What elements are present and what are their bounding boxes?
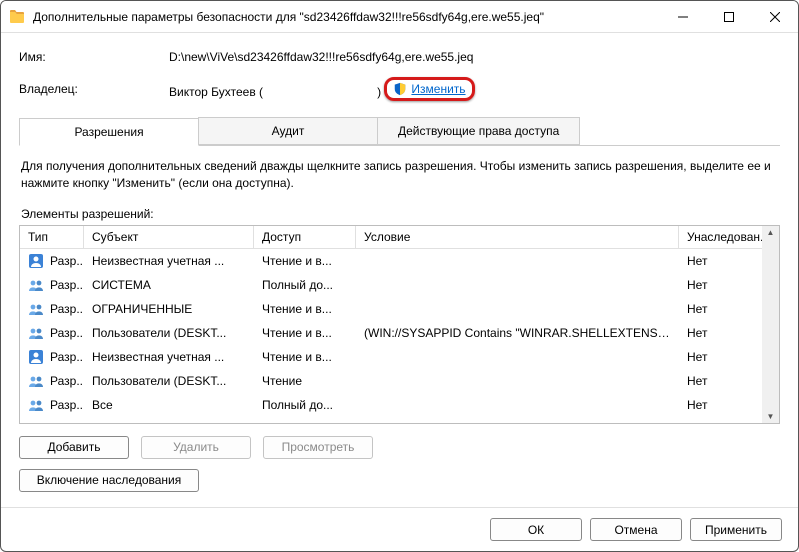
table-header: Тип Субъект Доступ Условие Унаследован..… (20, 226, 779, 249)
users-group-icon (28, 397, 44, 413)
owner-value: Виктор Бухтеев ( ) Изменить (169, 77, 780, 101)
scrollbar[interactable]: ▲ ▼ (762, 226, 779, 423)
cell-condition (356, 307, 679, 311)
cell-access: Полный до... (254, 276, 356, 294)
table-row[interactable]: Разр...Администраторы (DE...Полный до...… (20, 417, 779, 423)
table-body: Разр...Неизвестная учетная ...Чтение и в… (20, 249, 779, 423)
cancel-button[interactable]: Отмена (590, 518, 682, 541)
cell-type: Разр... (20, 419, 84, 423)
scroll-up-icon[interactable]: ▲ (767, 228, 775, 237)
apply-button[interactable]: Применить (690, 518, 782, 541)
cell-access: Полный до... (254, 396, 356, 414)
cell-subject: Администраторы (DE... (84, 420, 254, 423)
cell-subject: СИСТЕМА (84, 276, 254, 294)
tab-effective-access[interactable]: Действующие права доступа (377, 117, 580, 145)
cell-access: Чтение и в... (254, 252, 356, 270)
inheritance-buttons: Включение наследования (19, 469, 780, 492)
cell-access: Чтение и в... (254, 348, 356, 366)
col-condition[interactable]: Условие (356, 226, 679, 248)
cell-access: Чтение и в... (254, 300, 356, 318)
window-title: Дополнительные параметры безопасности дл… (33, 10, 660, 24)
cell-subject: Пользователи (DESKT... (84, 324, 254, 342)
titlebar[interactable]: Дополнительные параметры безопасности дл… (1, 1, 798, 33)
cell-type: Разр... (20, 395, 84, 415)
permissions-table-wrap: Тип Субъект Доступ Условие Унаследован..… (19, 225, 780, 424)
change-owner-link[interactable]: Изменить (411, 82, 465, 96)
close-button[interactable] (752, 1, 798, 33)
content-area: Имя: D:\new\ViVe\sd23426ffdaw32!!!re56sd… (1, 33, 798, 507)
tabs: Разрешения Аудит Действующие права досту… (19, 117, 780, 146)
dialog-footer: ОК Отмена Применить (1, 507, 798, 551)
table-row[interactable]: Разр...ОГРАНИЧЕННЫЕЧтение и в...Нет (20, 297, 779, 321)
table-row[interactable]: Разр...Неизвестная учетная ...Чтение и в… (20, 345, 779, 369)
cell-access: Чтение (254, 372, 356, 390)
cell-type: Разр... (20, 251, 84, 271)
cell-condition (356, 403, 679, 407)
add-button[interactable]: Добавить (19, 436, 129, 459)
cell-type: Разр... (20, 275, 84, 295)
col-type[interactable]: Тип (20, 226, 84, 248)
permissions-table[interactable]: Тип Субъект Доступ Условие Унаследован..… (19, 225, 780, 424)
owner-label: Владелец: (19, 82, 169, 96)
cell-condition (356, 355, 679, 359)
table-row[interactable]: Разр...СИСТЕМАПолный до...Нет (20, 273, 779, 297)
cell-condition (356, 259, 679, 263)
owner-name: Виктор Бухтеев ( (169, 85, 263, 99)
cell-type: Разр... (20, 299, 84, 319)
name-value: D:\new\ViVe\sd23426ffdaw32!!!re56sdfy64g… (169, 50, 780, 64)
owner-suffix: ) (377, 85, 381, 99)
permission-entries-label: Элементы разрешений: (21, 207, 778, 221)
maximize-button[interactable] (706, 1, 752, 33)
table-row[interactable]: Разр...Неизвестная учетная ...Чтение и в… (20, 249, 779, 273)
window-controls (660, 1, 798, 32)
cell-type: Разр... (20, 371, 84, 391)
name-label: Имя: (19, 50, 169, 64)
tab-permissions[interactable]: Разрешения (19, 118, 199, 146)
remove-button[interactable]: Удалить (141, 436, 251, 459)
cell-condition: (WIN://SYSAPPID Contains "WINRAR.SHELLEX… (356, 324, 679, 342)
folder-icon (9, 9, 25, 25)
table-row[interactable]: Разр...Пользователи (DESKT...ЧтениеНет (20, 369, 779, 393)
user-icon (28, 349, 44, 365)
cell-type: Разр... (20, 323, 84, 343)
cell-subject: Все (84, 396, 254, 414)
enable-inheritance-button[interactable]: Включение наследования (19, 469, 199, 492)
cell-condition (356, 379, 679, 383)
users-group-icon (28, 325, 44, 341)
security-advanced-window: Дополнительные параметры безопасности дл… (0, 0, 799, 552)
ok-button[interactable]: ОК (490, 518, 582, 541)
users-group-icon (28, 301, 44, 317)
table-row[interactable]: Разр...ВсеПолный до...Нет (20, 393, 779, 417)
cell-type: Разр... (20, 347, 84, 367)
cell-subject: Неизвестная учетная ... (84, 348, 254, 366)
col-access[interactable]: Доступ (254, 226, 356, 248)
users-group-icon (28, 373, 44, 389)
cell-subject: Пользователи (DESKT... (84, 372, 254, 390)
user-icon (28, 253, 44, 269)
minimize-button[interactable] (660, 1, 706, 33)
change-link-highlight: Изменить (384, 77, 474, 101)
entry-buttons: Добавить Удалить Просмотреть (19, 436, 780, 459)
cell-access: Чтение и в... (254, 324, 356, 342)
cell-access: Полный до... (254, 420, 356, 423)
table-row[interactable]: Разр...Пользователи (DESKT...Чтение и в.… (20, 321, 779, 345)
col-subject[interactable]: Субъект (84, 226, 254, 248)
scroll-down-icon[interactable]: ▼ (767, 412, 775, 421)
owner-account (270, 85, 373, 99)
name-row: Имя: D:\new\ViVe\sd23426ffdaw32!!!re56sd… (19, 47, 780, 67)
cell-subject: Неизвестная учетная ... (84, 252, 254, 270)
users-group-icon (28, 277, 44, 293)
owner-row: Владелец: Виктор Бухтеев ( ) Изменить (19, 77, 780, 101)
hint-text: Для получения дополнительных сведений дв… (21, 158, 778, 193)
cell-subject: ОГРАНИЧЕННЫЕ (84, 300, 254, 318)
view-button[interactable]: Просмотреть (263, 436, 373, 459)
tab-audit[interactable]: Аудит (198, 117, 378, 145)
shield-icon (393, 82, 407, 96)
cell-condition (356, 283, 679, 287)
users-group-icon (28, 421, 44, 423)
